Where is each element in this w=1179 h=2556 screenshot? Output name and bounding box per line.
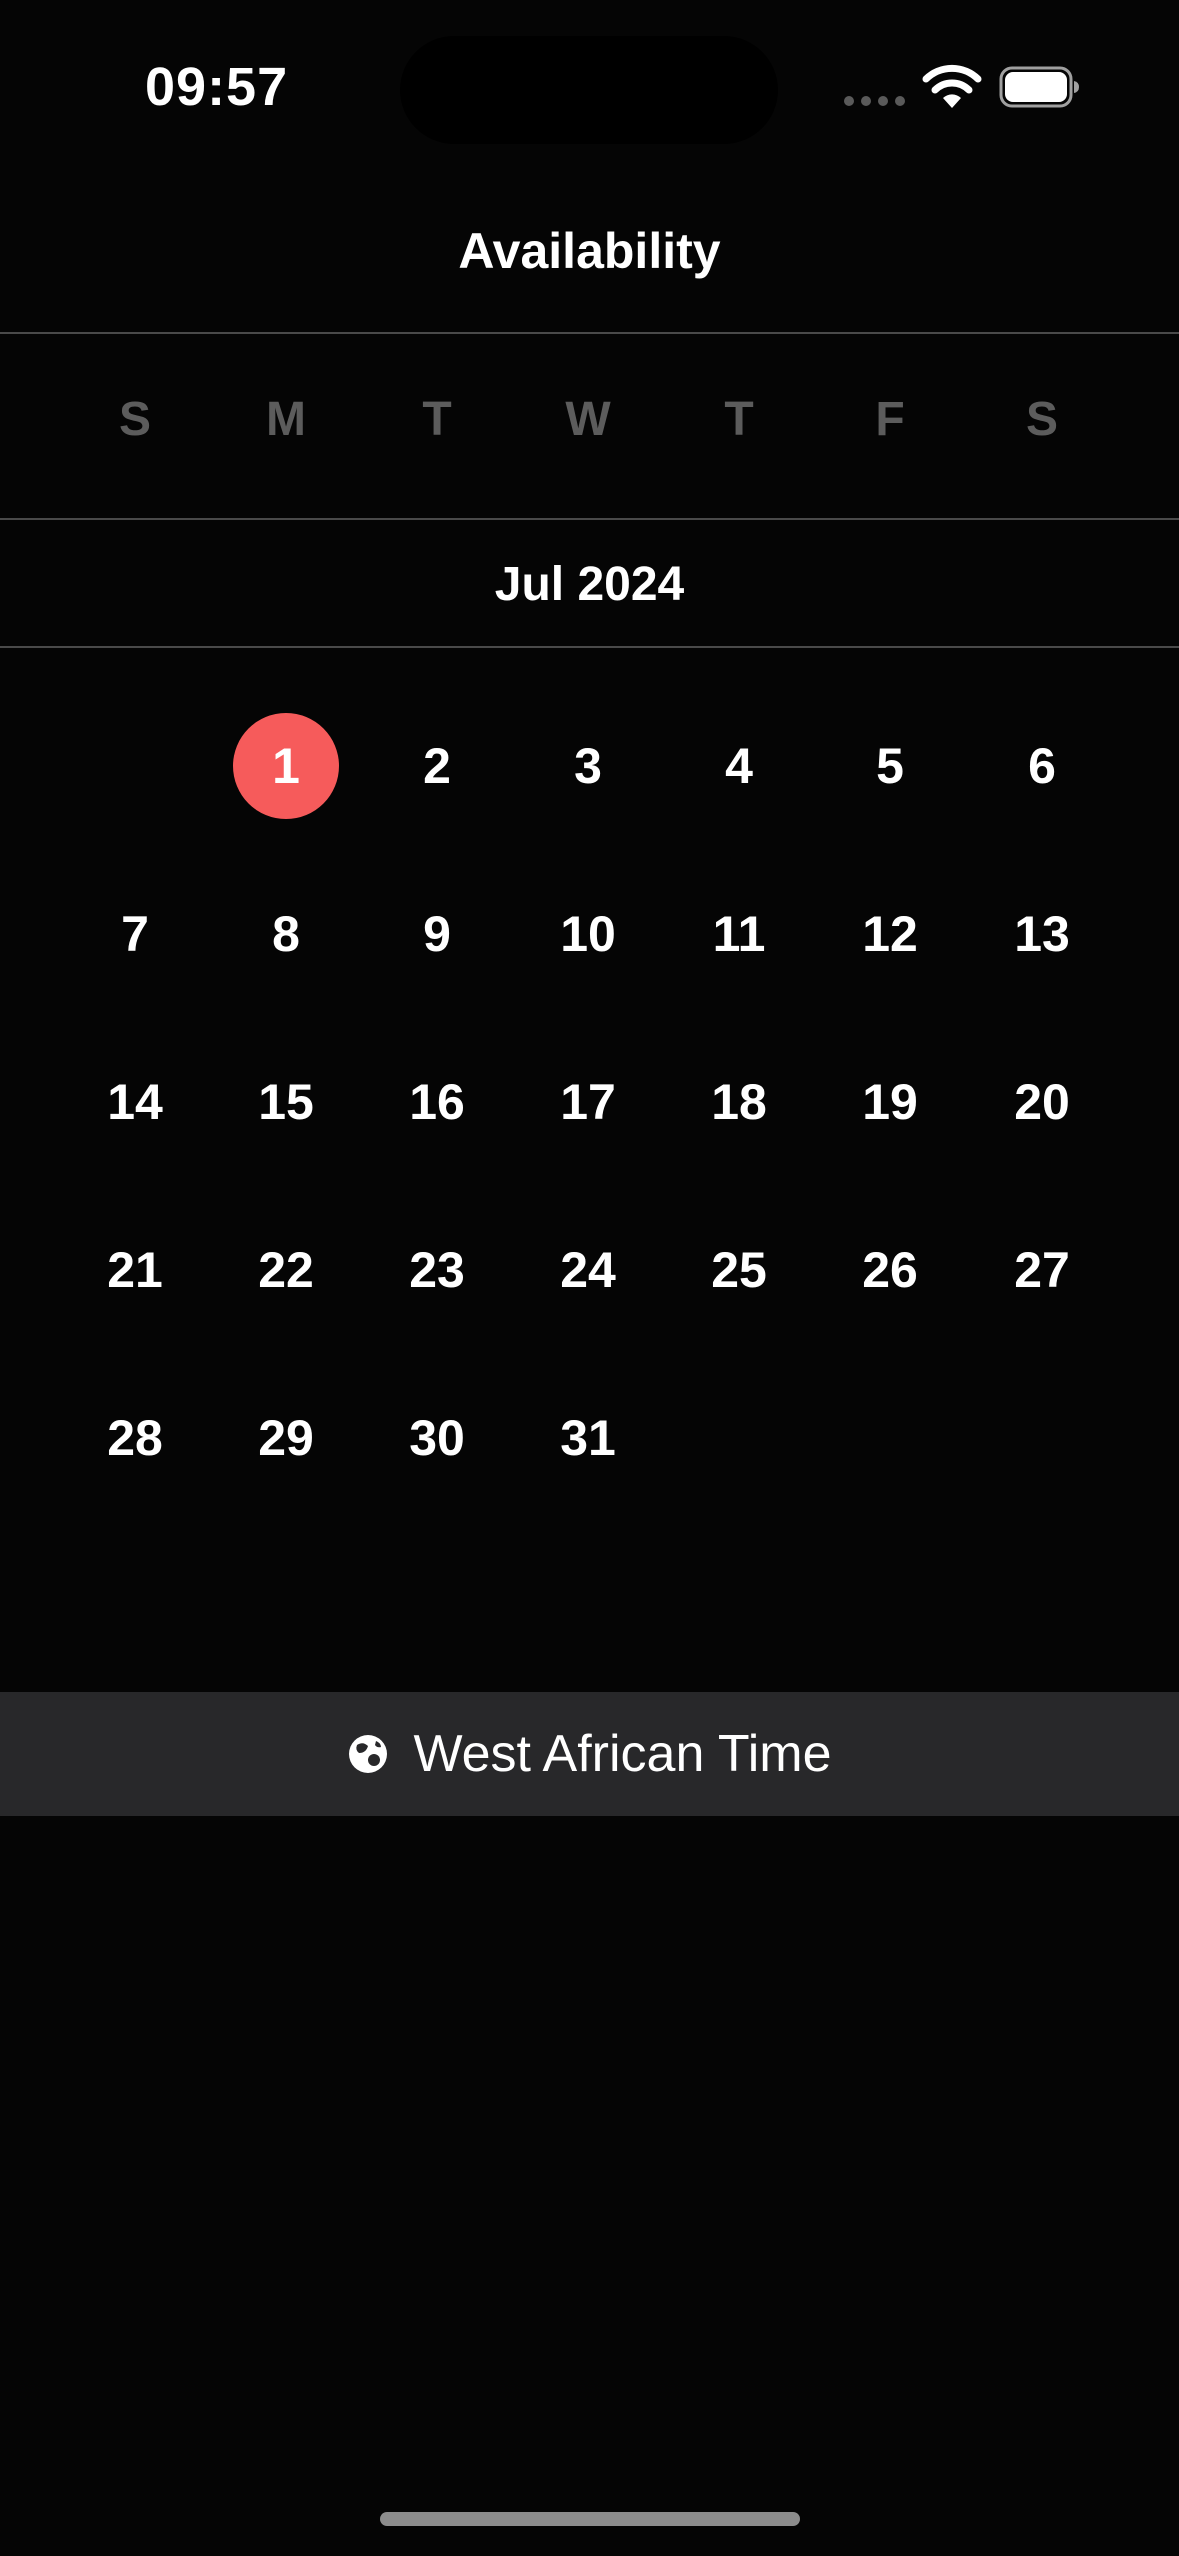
calendar-day[interactable]: 18 [684,1047,794,1157]
weekday-label: T [724,393,754,446]
calendar-day[interactable]: 26 [835,1215,945,1325]
calendar-day[interactable]: 8 [231,879,341,989]
weekday-label: S [118,393,151,446]
weekday-label: S [1025,393,1058,446]
weekday-label: T [422,393,452,446]
timezone-label: West African Time [413,1725,832,1783]
cellular-dots-icon [844,96,905,106]
status-time: 09:57 [145,57,289,117]
calendar-day[interactable]: 23 [382,1215,492,1325]
calendar-day[interactable]: 2 [382,711,492,821]
calendar-day[interactable]: 20 [987,1047,1097,1157]
calendar-day-selected[interactable]: 1 [233,713,339,819]
calendar-day[interactable]: 30 [382,1383,492,1493]
calendar-day[interactable]: 16 [382,1047,492,1157]
calendar-day[interactable]: 17 [533,1047,643,1157]
weekday-label: M [266,393,306,446]
availability-screen: 09:57 Availability SMTWTFS Jul 2024 1234… [0,0,1179,2556]
calendar-day[interactable]: 24 [533,1215,643,1325]
calendar-day[interactable]: 19 [835,1047,945,1157]
month-row: Jul 2024 [0,522,1179,648]
wifi-icon [922,64,982,108]
calendar-day[interactable]: 31 [533,1383,643,1493]
page-title: Availability [458,223,721,279]
calendar-day[interactable]: 22 [231,1215,341,1325]
timezone-selector[interactable]: West African Time [0,1692,1179,1816]
calendar-day[interactable]: 25 [684,1215,794,1325]
calendar-day[interactable]: 9 [382,879,492,989]
calendar-day[interactable]: 4 [684,711,794,821]
calendar-day[interactable]: 28 [80,1383,190,1493]
weekday-row: SMTWTFS [0,336,1179,520]
calendar-day[interactable]: 3 [533,711,643,821]
calendar-day[interactable]: 21 [80,1215,190,1325]
header: Availability [0,200,1179,334]
calendar-day[interactable]: 29 [231,1383,341,1493]
calendar-day[interactable]: 15 [231,1047,341,1157]
calendar-day[interactable]: 6 [987,711,1097,821]
calendar-day[interactable]: 14 [80,1047,190,1157]
calendar-days-grid: 1 2 3 4 5 6 7 8 9 10 11 12 13 14 15 16 17 18 19 20 21 22 23 24 2… [0,700,1179,1500]
calendar-day[interactable]: 11 [684,879,794,989]
calendar-day[interactable]: 5 [835,711,945,821]
month-label: Jul 2024 [494,557,685,611]
weekday-label: W [565,393,611,446]
calendar-day[interactable]: 12 [835,879,945,989]
dynamic-island [400,36,778,144]
calendar-day[interactable]: 13 [987,879,1097,989]
weekday-label: F [875,393,905,446]
calendar-day[interactable]: 10 [533,879,643,989]
battery-icon [999,66,1079,108]
globe-icon [349,1735,388,1773]
calendar-day[interactable]: 27 [987,1215,1097,1325]
home-indicator[interactable] [380,2512,800,2526]
calendar-day[interactable]: 7 [80,879,190,989]
status-bar: 09:57 [0,0,1179,170]
